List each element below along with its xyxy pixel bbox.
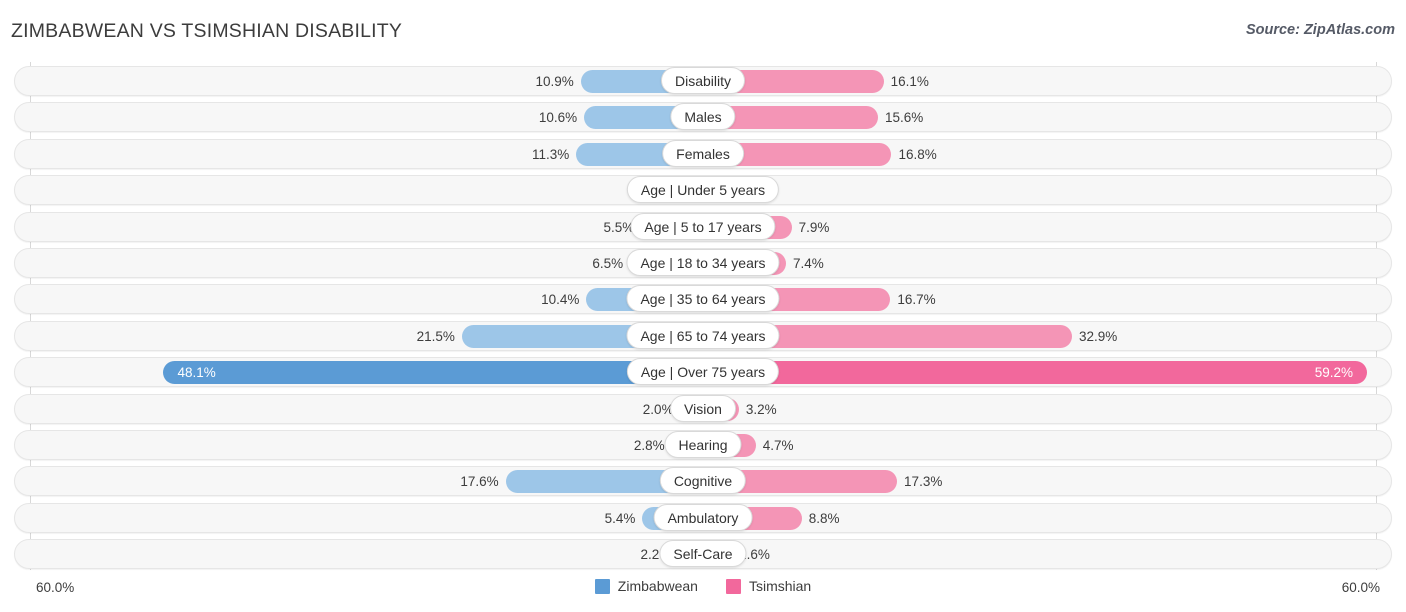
value-label-right: 16.7%: [897, 292, 936, 308]
category-label[interactable]: Self-Care: [659, 540, 747, 568]
table-row[interactable]: 2.0% 3.2% Vision: [0, 391, 1406, 427]
category-label[interactable]: Age | 35 to 64 years: [626, 285, 780, 313]
value-label-right: 8.8%: [808, 510, 840, 526]
table-row[interactable]: 2.8% 4.7% Hearing: [0, 427, 1406, 463]
value-label-right: 16.1%: [890, 74, 929, 89]
category-label[interactable]: Males: [670, 103, 736, 131]
table-row[interactable]: 2.2% 2.6% Self-Care: [0, 536, 1406, 572]
value-label-right: 59.2%: [1314, 365, 1354, 381]
category-label[interactable]: Vision: [670, 394, 736, 422]
legend-item[interactable]: Tsimshian: [725, 578, 812, 594]
bar-zimbabwean[interactable]: [163, 361, 703, 385]
category-label[interactable]: Age | Over 75 years: [626, 358, 780, 386]
category-label[interactable]: Age | Under 5 years: [626, 176, 780, 204]
table-row[interactable]: 5.4% 8.8% Ambulatory: [0, 500, 1406, 536]
value-label-left: 5.4%: [604, 510, 636, 526]
table-row[interactable]: 10.6% 15.6% Males: [0, 99, 1406, 135]
value-label-left: 48.1%: [177, 365, 216, 381]
category-label[interactable]: Age | 65 to 74 years: [626, 321, 780, 349]
table-row[interactable]: 5.5% 7.9% Age | 5 to 17 years: [0, 209, 1406, 245]
table-row[interactable]: 17.6% 17.3% Cognitive: [0, 463, 1406, 499]
page-title: ZIMBABWEAN VS TSIMSHIAN DISABILITY: [11, 20, 403, 42]
table-row[interactable]: 10.4% 16.7% Age | 35 to 64 years: [0, 281, 1406, 317]
value-label-right: 32.9%: [1079, 328, 1118, 344]
table-row[interactable]: 10.9% 16.1% Disability: [0, 63, 1406, 99]
value-label-right: 17.3%: [904, 474, 943, 490]
value-label-left: 6.5%: [592, 256, 624, 271]
category-label[interactable]: Females: [662, 139, 744, 167]
category-label[interactable]: Age | 18 to 34 years: [626, 249, 780, 276]
value-label-left: 2.0%: [642, 401, 674, 417]
legend-item[interactable]: Zimbabwean: [594, 578, 698, 594]
category-label[interactable]: Cognitive: [659, 467, 747, 495]
value-label-left: 2.8%: [633, 438, 665, 453]
value-label-left: 10.9%: [535, 74, 574, 89]
legend-label: Zimbabwean: [617, 578, 698, 594]
value-label-left: 10.6%: [538, 110, 578, 126]
value-label-left: 17.6%: [460, 474, 499, 490]
value-label-left: 11.3%: [531, 146, 570, 162]
category-label[interactable]: Hearing: [664, 431, 742, 458]
category-label[interactable]: Age | 5 to 17 years: [630, 212, 776, 240]
chart-legend: Zimbabwean Tsimshian: [0, 579, 1406, 594]
value-label-right: 7.9%: [798, 219, 830, 235]
value-label-right: 7.4%: [793, 256, 824, 271]
category-label[interactable]: Disability: [660, 67, 746, 94]
table-row[interactable]: 21.5% 32.9% Age | 65 to 74 years: [0, 318, 1406, 354]
bar-tsimshian[interactable]: [703, 361, 1368, 385]
value-label-left: 10.4%: [541, 292, 580, 308]
table-row[interactable]: 48.1% 59.2% Age | Over 75 years: [0, 354, 1406, 390]
category-label[interactable]: Ambulatory: [653, 503, 753, 531]
chart-plot-area: 10.9% 16.1% Disability 10.6% 15.6% Males 11.3%…: [0, 62, 1406, 572]
value-label-right: 3.2%: [745, 401, 777, 417]
source-attribution: Source: ZipAtlas.com: [1245, 22, 1395, 38]
table-row[interactable]: 1.2%2.4%Age | Under 5 years: [0, 172, 1406, 208]
chart-footer: 60.0% 60.0% Zimbabwean Tsimshian: [0, 572, 1406, 612]
table-row[interactable]: 6.5% 7.4% Age | 18 to 34 years: [0, 245, 1406, 281]
chart-header: ZIMBABWEAN VS TSIMSHIAN DISABILITY Sourc…: [0, 0, 1406, 58]
value-label-right: 16.8%: [898, 146, 937, 162]
legend-swatch-icon: [725, 579, 741, 594]
legend-swatch-icon: [594, 579, 610, 594]
value-label-right: 4.7%: [762, 438, 794, 453]
table-row[interactable]: 11.3% 16.8% Females: [0, 136, 1406, 172]
value-label-left: 21.5%: [416, 328, 455, 344]
legend-label: Tsimshian: [748, 578, 812, 594]
value-label-right: 15.6%: [884, 110, 924, 126]
